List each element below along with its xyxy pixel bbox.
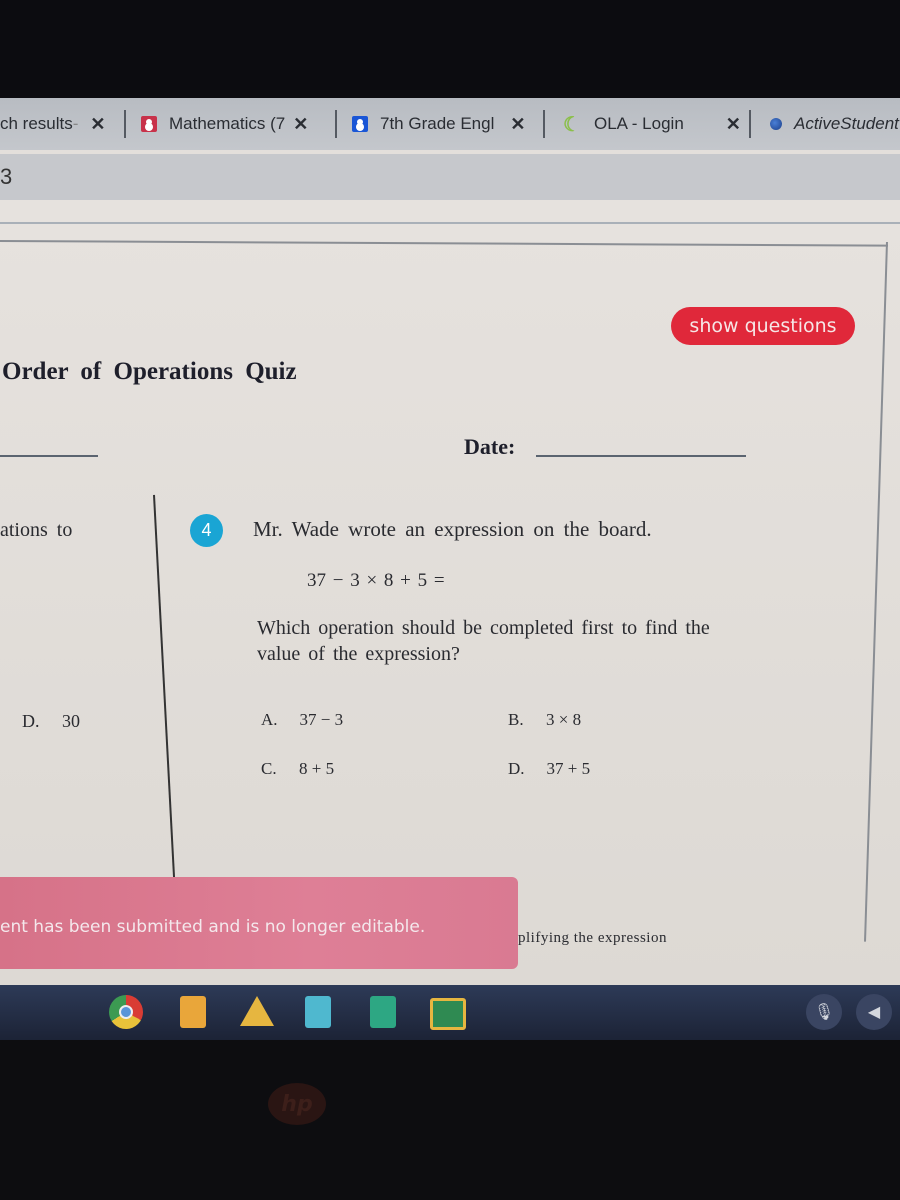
drive-icon[interactable] xyxy=(240,996,274,1026)
classroom-person-icon xyxy=(352,116,368,132)
choice-b[interactable]: B. 3 × 8 xyxy=(508,710,581,730)
close-icon[interactable]: ✕ xyxy=(90,114,105,135)
sheets-icon[interactable] xyxy=(370,996,396,1028)
tab-label: ch results xyxy=(0,114,73,133)
slides-icon[interactable] xyxy=(180,996,206,1028)
tab-separator xyxy=(543,110,545,138)
monitor-bezel-top xyxy=(0,0,900,98)
choice-letter: D. xyxy=(22,711,40,731)
close-icon[interactable]: ✕ xyxy=(510,114,525,135)
browser-toolbar: 3 xyxy=(0,150,900,204)
choice-c[interactable]: C. 8 + 5 xyxy=(261,759,334,779)
choice-value: 3 × 8 xyxy=(546,710,582,729)
classroom-icon[interactable] xyxy=(430,998,466,1030)
choice-a[interactable]: A. 37 − 3 xyxy=(261,710,343,730)
choice-letter: A. xyxy=(261,710,278,729)
viewer-frame-right xyxy=(864,241,888,942)
date-underline xyxy=(536,455,746,457)
close-icon[interactable]: ✕ xyxy=(293,114,308,135)
tab-label: OLA - Login xyxy=(594,114,684,133)
viewer-frame-top xyxy=(0,240,888,247)
tab-ola-login[interactable]: ☾ OLA - Login ✕ xyxy=(562,98,741,150)
left-question-fragment: ations to xyxy=(0,519,73,541)
question-expression: 37 − 3 × 8 + 5 = xyxy=(307,570,445,591)
tab-label: Mathematics (7 xyxy=(169,114,286,133)
tab-search-results[interactable]: ch results - ✕ xyxy=(0,98,106,150)
docs-icon[interactable] xyxy=(305,996,331,1028)
tab-separator xyxy=(335,110,337,138)
microphone-icon[interactable]: 🎙 xyxy=(806,994,842,1030)
tab-activestudent[interactable]: ActiveStudent xyxy=(770,98,899,150)
hp-logo: hp xyxy=(268,1083,326,1125)
choice-letter: D. xyxy=(508,759,525,778)
browser-tabstrip: ch results - ✕ Mathematics (7 ✕ 7th Grad… xyxy=(0,98,900,150)
os-shelf: 🎙 ◀ xyxy=(0,985,900,1040)
choice-letter: C. xyxy=(261,759,277,778)
quiz-title: Order of Operations Quiz xyxy=(2,358,297,385)
choice-value: 8 + 5 xyxy=(299,759,335,778)
volume-icon[interactable]: ◀ xyxy=(856,994,892,1030)
show-questions-button[interactable]: show questions xyxy=(671,307,855,345)
chrome-icon[interactable] xyxy=(109,995,143,1029)
choice-d[interactable]: D. 37 + 5 xyxy=(508,759,590,779)
globe-icon xyxy=(770,118,782,130)
tab-separator xyxy=(124,110,126,138)
choice-value: 37 + 5 xyxy=(546,759,591,778)
choice-value: 30 xyxy=(62,711,80,731)
tab-label: 7th Grade Engl xyxy=(380,114,495,133)
tab-label-suffix: - xyxy=(72,114,79,133)
name-underline xyxy=(0,455,98,457)
question-prompt: Which operation should be completed firs… xyxy=(257,617,710,665)
question-number-badge: 4 xyxy=(190,514,223,547)
tab-separator xyxy=(749,110,751,138)
date-label: Date: xyxy=(464,434,516,459)
hint-fragment: plifying the expression xyxy=(518,930,667,946)
left-answer-fragment: D. 30 xyxy=(22,711,80,732)
classroom-person-icon xyxy=(141,116,157,132)
choice-value: 37 − 3 xyxy=(299,710,344,729)
close-icon[interactable]: ✕ xyxy=(726,114,741,135)
submitted-notice-text: ent has been submitted and is no longer … xyxy=(0,917,426,937)
tab-label: ActiveStudent xyxy=(794,114,899,133)
ola-logo-icon: ☾ xyxy=(563,113,581,136)
monitor-bezel-bottom xyxy=(0,1040,900,1200)
choice-letter: B. xyxy=(508,710,524,729)
tab-mathematics[interactable]: Mathematics (7 ✕ xyxy=(141,98,308,150)
question-text: Mr. Wade wrote an expression on the boar… xyxy=(253,517,652,541)
toolbar-fragment: 3 xyxy=(0,164,13,189)
page-rule xyxy=(0,222,900,224)
tab-7th-grade-english[interactable]: 7th Grade Engl ✕ xyxy=(352,98,525,150)
submitted-notice-banner: ent has been submitted and is no longer … xyxy=(0,877,518,969)
